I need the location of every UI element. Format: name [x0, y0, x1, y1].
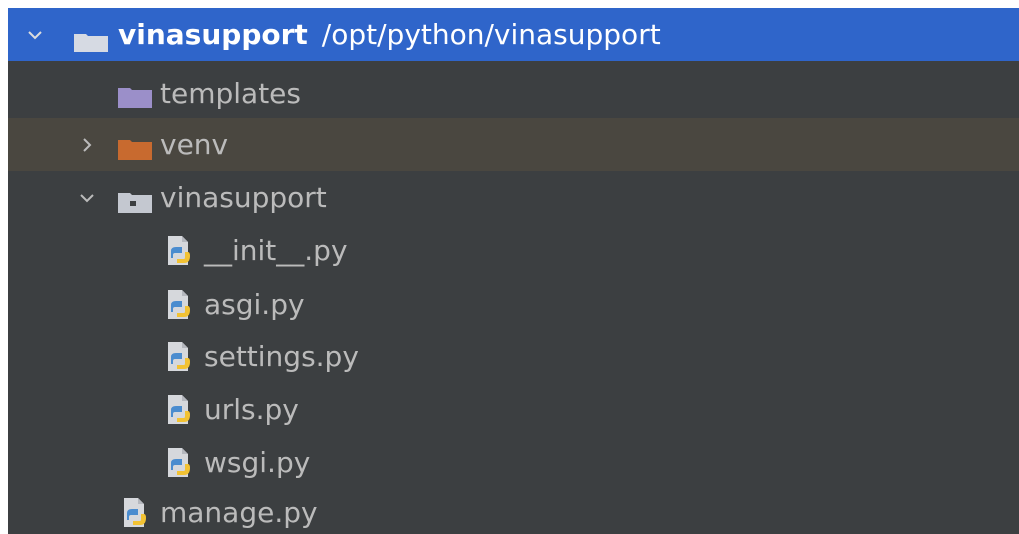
tree-item-templates[interactable]: templates [8, 67, 1019, 120]
tree-item-label: templates [160, 77, 301, 110]
chevron-down-icon[interactable] [74, 185, 100, 211]
tree-item-label: venv [160, 128, 229, 161]
tree-item-venv[interactable]: venv [8, 118, 1019, 171]
tree-item-wsgi-py[interactable]: wsgi.py [8, 436, 1019, 489]
tree-item-asgi-py[interactable]: asgi.py [8, 278, 1019, 331]
tree-item-label: urls.py [204, 393, 299, 426]
python-file-icon [164, 235, 194, 274]
tree-item-label: vinasupport/opt/python/vinasupport [118, 8, 661, 61]
tree-item-init-py[interactable]: __init__.py [8, 224, 1019, 277]
python-file-icon [164, 447, 194, 486]
project-name: vinasupport [118, 18, 308, 51]
tree-item-settings-py[interactable]: settings.py [8, 330, 1019, 383]
excluded-folder-icon [118, 134, 152, 167]
python-file-icon [164, 394, 194, 433]
tree-item-label: manage.py [160, 496, 318, 529]
chevron-right-icon[interactable] [74, 132, 100, 158]
package-icon [118, 187, 152, 220]
project-tree: vinasupport/opt/python/vinasupport templ… [8, 8, 1019, 534]
tree-item-vinasupport-package[interactable]: vinasupport [8, 171, 1019, 224]
tree-item-manage-py[interactable]: manage.py [8, 486, 1019, 534]
folder-icon [118, 82, 152, 115]
tree-item-project-root[interactable]: vinasupport/opt/python/vinasupport [8, 8, 1019, 61]
python-file-icon [164, 289, 194, 328]
tree-item-label: wsgi.py [204, 446, 311, 479]
tree-item-label: asgi.py [204, 288, 305, 321]
python-file-icon [164, 341, 194, 380]
chevron-down-icon[interactable] [22, 22, 48, 48]
tree-item-label: __init__.py [204, 234, 348, 267]
tree-item-label: settings.py [204, 340, 359, 373]
project-path: /opt/python/vinasupport [321, 18, 661, 51]
tree-item-label: vinasupport [160, 181, 327, 214]
folder-icon [74, 26, 108, 59]
python-file-icon [120, 497, 150, 534]
tree-item-urls-py[interactable]: urls.py [8, 383, 1019, 436]
